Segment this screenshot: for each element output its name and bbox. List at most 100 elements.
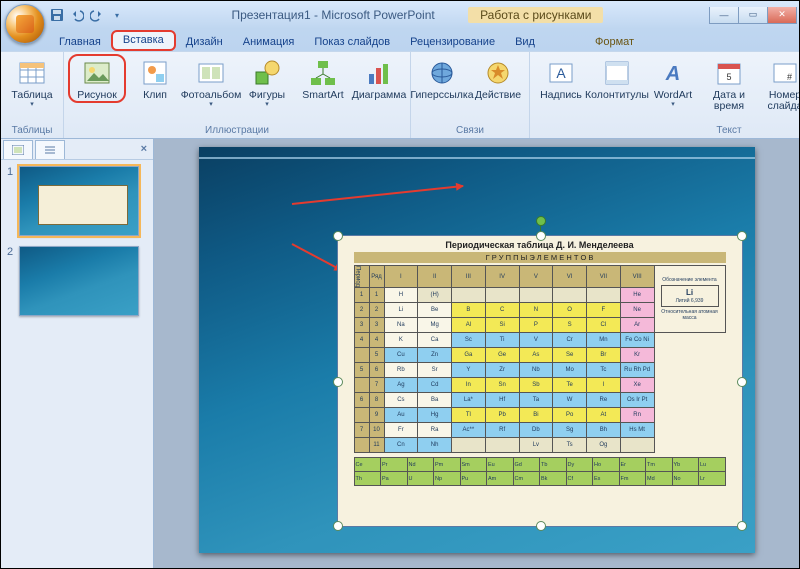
button-label: Номер слайда (767, 90, 800, 112)
slide-number-button[interactable]: #Номер слайда (758, 54, 800, 112)
f-block-table: CePrNdPmSmEuGdTbDyHoErTmYbLuThPaUNpPuAmC… (354, 457, 726, 486)
header-footer-icon (602, 58, 632, 88)
ribbon-tabs: ГлавнаяВставкаДизайнАнимацияПоказ слайдо… (1, 29, 799, 51)
hyperlink-icon (427, 58, 457, 88)
annotation-arrow (291, 243, 341, 271)
table-icon (17, 58, 47, 88)
shapes-button[interactable]: Фигуры▾ (240, 54, 294, 108)
slides-tab-icon[interactable] (3, 140, 33, 159)
photo-album-button[interactable]: Фотоальбом▾ (184, 54, 238, 108)
tab-дизайн[interactable]: Дизайн (176, 34, 233, 51)
office-button[interactable] (5, 4, 45, 44)
undo-icon[interactable] (69, 7, 85, 23)
title-bar: ▾ Презентация1 - Microsoft PowerPoint Ра… (1, 1, 799, 29)
resize-handle[interactable] (536, 231, 546, 241)
workspace: × 12 Периоди (1, 139, 799, 569)
photo-album-icon (196, 58, 226, 88)
thumbnail-row: 2 (7, 246, 147, 316)
table-button[interactable]: Таблица▾ (5, 54, 59, 108)
group-label: Иллюстрации (205, 124, 269, 138)
header-footer-button[interactable]: Колонтитулы (590, 54, 644, 101)
resize-handle[interactable] (333, 521, 343, 531)
periodic-table: ПериодРядIIIIIIIVVVIVIIVIIIОбозначение э… (354, 265, 726, 453)
ribbon-group: Рисунок Клип Фотоальбом▾Фигуры▾ SmartArt Диа… (64, 52, 411, 138)
tab-вид[interactable]: Вид (505, 34, 545, 51)
tab-показ слайдов[interactable]: Показ слайдов (304, 34, 400, 51)
svg-text:A: A (556, 65, 566, 81)
dropdown-indicator-icon: ▾ (671, 100, 675, 108)
chart-icon (364, 58, 394, 88)
picture-button[interactable]: Рисунок (68, 54, 126, 103)
close-button[interactable]: ✕ (767, 7, 797, 24)
dropdown-indicator-icon: ▾ (30, 100, 34, 108)
button-label: SmartArt (302, 90, 343, 101)
datetime-button[interactable]: 5 Дата и время (702, 54, 756, 112)
panel-tabs: × (1, 139, 153, 160)
clip-button[interactable]: Клип (128, 54, 182, 101)
resize-handle[interactable] (333, 377, 343, 387)
svg-text:A: A (665, 63, 680, 85)
ribbon-group: ГиперссылкаДействие Связи (411, 52, 530, 138)
button-label: Дата и время (713, 90, 745, 112)
button-label: Диаграмма (352, 90, 407, 101)
textbox-button[interactable]: A Надпись (534, 54, 588, 101)
wordart-icon: A (658, 58, 688, 88)
resize-handle[interactable] (333, 231, 343, 241)
maximize-button[interactable]: ▭ (738, 7, 768, 24)
tab-формат[interactable]: Формат (585, 34, 644, 51)
slide-thumbnail[interactable] (19, 246, 139, 316)
group-label: Связи (456, 124, 484, 138)
textbox-icon: A (546, 58, 576, 88)
tab-вставка[interactable]: Вставка (111, 30, 176, 51)
panel-close-button[interactable]: × (141, 143, 147, 155)
resize-handle[interactable] (737, 231, 747, 241)
tab-рецензирование[interactable]: Рецензирование (400, 34, 505, 51)
slide-background-decoration (199, 157, 755, 219)
slide-thumbnail[interactable] (19, 166, 139, 236)
button-label: Колонтитулы (585, 90, 649, 101)
slides-panel: × 12 (1, 139, 154, 569)
smartart-button[interactable]: SmartArt (296, 54, 350, 101)
slide-stage: Периодическая таблица Д. И. Менделеева Г… (154, 139, 799, 569)
button-label: Надпись (540, 90, 582, 101)
periodic-groups-label: Г Р У П П Ы Э Л Е М Е Н Т О В (354, 252, 726, 263)
wordart-button[interactable]: AWordArt▾ (646, 54, 700, 108)
outline-tab-icon[interactable] (35, 140, 65, 159)
rotate-handle[interactable] (536, 216, 546, 226)
resize-handle[interactable] (536, 521, 546, 531)
tab-главная[interactable]: Главная (49, 34, 111, 51)
chart-button[interactable]: Диаграмма (352, 54, 406, 101)
qat-customize-icon[interactable]: ▾ (109, 7, 125, 23)
minimize-button[interactable]: — (709, 7, 739, 24)
ribbon: Таблица▾ Таблицы Рисунок Клип Фотоальбом▾Фиг… (1, 51, 799, 139)
thumbnail-number: 2 (7, 246, 19, 258)
button-label: Рисунок (77, 90, 117, 101)
dropdown-indicator-icon: ▾ (209, 100, 213, 108)
redo-icon[interactable] (89, 7, 105, 23)
datetime-icon: 5 (714, 58, 744, 88)
action-button[interactable]: Действие (471, 54, 525, 101)
thumbnail-row: 1 (7, 166, 147, 236)
picture-icon (82, 58, 112, 88)
app-name: Microsoft PowerPoint (321, 8, 434, 22)
save-icon[interactable] (49, 7, 65, 23)
action-icon (483, 58, 513, 88)
resize-handle[interactable] (737, 377, 747, 387)
clip-icon (140, 58, 170, 88)
inserted-picture[interactable]: Периодическая таблица Д. И. Менделеева Г… (337, 235, 743, 527)
resize-handle[interactable] (737, 521, 747, 531)
document-name: Презентация1 (232, 8, 311, 22)
hyperlink-button[interactable]: Гиперссылка (415, 54, 469, 101)
button-label: Гиперссылка (410, 90, 473, 101)
window-controls: — ▭ ✕ (710, 7, 797, 24)
slide-thumbnails: 12 (1, 160, 153, 569)
svg-text:5: 5 (726, 72, 731, 82)
shapes-icon (252, 58, 282, 88)
slide-canvas[interactable]: Периодическая таблица Д. И. Менделеева Г… (199, 147, 755, 553)
ribbon-group: AНадписьКолонтитулыAWordArt▾5Дата и врем… (530, 52, 800, 138)
group-label: Таблицы (12, 124, 53, 138)
window-title: Презентация1 - Microsoft PowerPoint Рабо… (125, 7, 710, 23)
group-label: Текст (716, 124, 741, 138)
tab-анимация[interactable]: Анимация (233, 34, 305, 51)
button-label: Клип (143, 90, 167, 101)
